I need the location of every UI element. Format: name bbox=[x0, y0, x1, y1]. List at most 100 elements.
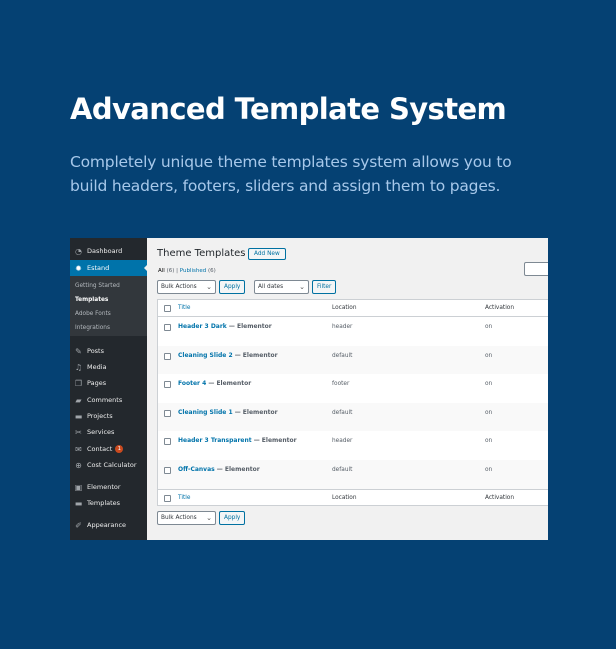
estand-submenu: Getting Started Templates Adobe Fonts In… bbox=[70, 276, 147, 336]
view-all-count: (6) bbox=[166, 268, 175, 274]
column-title[interactable]: Title bbox=[178, 305, 190, 311]
sidebar-item-label: Contact bbox=[87, 445, 113, 453]
sidebar-item-dashboard[interactable]: ◔ Dashboard bbox=[70, 243, 147, 259]
template-title-link[interactable]: Header 3 Dark bbox=[178, 323, 227, 330]
select-all-checkbox[interactable] bbox=[164, 305, 171, 312]
column-location: Location bbox=[332, 495, 357, 501]
template-type: — Elementor bbox=[206, 380, 252, 388]
brush-icon: ✐ bbox=[75, 520, 82, 530]
bulk-actions-value: Bulk Actions bbox=[161, 515, 197, 521]
bulk-actions-select-bottom[interactable]: Bulk Actions ⌄ bbox=[157, 511, 216, 525]
notification-badge: 1 bbox=[115, 445, 124, 453]
chevron-down-icon: ⌄ bbox=[206, 283, 212, 291]
folder-icon: ▬ bbox=[74, 411, 83, 421]
dates-select[interactable]: All dates ⌄ bbox=[254, 280, 309, 294]
hero-subtitle: Completely unique theme templates system… bbox=[70, 153, 512, 195]
folder-icon: ▬ bbox=[74, 498, 83, 508]
template-location: default bbox=[332, 467, 353, 473]
sidebar-item-elementor[interactable]: ▣ Elementor bbox=[70, 479, 147, 495]
template-location: default bbox=[332, 409, 353, 416]
table-row: Header 3 Dark — Elementor header on bbox=[158, 317, 548, 346]
table-row: Header 3 Transparent — Elementor header … bbox=[158, 431, 548, 460]
template-title-link[interactable]: Cleaning Slide 1 bbox=[178, 409, 233, 416]
sidebar-item-label: Projects bbox=[87, 412, 113, 420]
template-title-link[interactable]: Header 3 Transparent bbox=[178, 437, 252, 444]
pin-icon: ✎ bbox=[75, 346, 82, 356]
template-type: — Elementor bbox=[214, 466, 260, 473]
sidebar-item-pages[interactable]: ❐ Pages bbox=[70, 375, 147, 391]
search-input[interactable] bbox=[524, 262, 548, 276]
sidebar-item-templates[interactable]: ▬ Templates bbox=[70, 495, 147, 511]
submenu-item-templates[interactable]: Templates bbox=[75, 297, 108, 303]
template-title-link[interactable]: Cleaning Slide 2 bbox=[178, 352, 233, 359]
template-type: — Elementor bbox=[232, 351, 278, 359]
column-title[interactable]: Title bbox=[178, 495, 190, 501]
view-published-link[interactable]: Published bbox=[180, 268, 206, 274]
chevron-down-icon: ⌄ bbox=[206, 514, 212, 522]
table-header: Title Location Activation bbox=[158, 300, 548, 317]
template-activation: on bbox=[485, 467, 493, 473]
sidebar-item-label: Posts bbox=[87, 347, 104, 355]
sidebar-item-contact[interactable]: ✉ Contact 1 bbox=[70, 441, 147, 457]
filter-button[interactable]: Filter bbox=[312, 280, 337, 294]
table-row: Footer 4 — Elementor footer on bbox=[158, 374, 548, 403]
template-title-link[interactable]: Off-Canvas bbox=[178, 466, 215, 473]
column-activation: Activation bbox=[485, 305, 515, 311]
bulk-actions-select[interactable]: Bulk Actions ⌄ bbox=[157, 280, 216, 294]
template-activation: on bbox=[485, 324, 493, 330]
view-all-link[interactable]: All bbox=[158, 268, 165, 274]
sidebar-item-label: Media bbox=[87, 363, 107, 371]
template-activation: on bbox=[485, 381, 493, 388]
sidebar-item-label: Estand bbox=[87, 264, 110, 272]
sidebar-item-media[interactable]: ♫ Media bbox=[70, 359, 147, 375]
sidebar-item-estand[interactable]: ✹ Estand bbox=[70, 260, 148, 276]
row-checkbox[interactable] bbox=[164, 352, 171, 360]
table-row: Cleaning Slide 1 — Elementor default on bbox=[158, 402, 548, 432]
row-checkbox[interactable] bbox=[164, 467, 171, 474]
sidebar-item-appearance[interactable]: ✐ Appearance bbox=[70, 517, 147, 533]
sidebar-item-cost-calculator[interactable]: ⊕ Cost Calculator bbox=[70, 457, 147, 473]
elementor-icon: ▣ bbox=[74, 482, 83, 492]
view-separator: | bbox=[176, 268, 178, 274]
template-type: — Elementor bbox=[251, 437, 297, 445]
submenu-item-adobe-fonts[interactable]: Adobe Fonts bbox=[75, 311, 111, 317]
media-icon: ♫ bbox=[74, 362, 83, 372]
column-location: Location bbox=[332, 305, 357, 311]
template-location: header bbox=[332, 324, 353, 330]
sidebar-item-posts[interactable]: ✎ Posts bbox=[70, 343, 147, 359]
view-filters: All (6) | Published (6) bbox=[158, 268, 216, 274]
apply-button[interactable]: Apply bbox=[219, 280, 246, 294]
template-activation: on bbox=[485, 409, 493, 416]
template-activation: on bbox=[485, 438, 493, 445]
add-new-button[interactable]: Add New bbox=[248, 248, 286, 260]
sidebar-item-comments[interactable]: ▰ Comments bbox=[70, 392, 147, 408]
template-location: footer bbox=[332, 381, 350, 388]
row-checkbox[interactable] bbox=[164, 438, 171, 446]
row-checkbox[interactable] bbox=[164, 324, 171, 331]
submenu-item-integrations[interactable]: Integrations bbox=[75, 325, 110, 331]
template-type: — Elementor bbox=[226, 323, 272, 330]
admin-screenshot: ◔ Dashboard ✹ Estand Getting Started Tem… bbox=[70, 238, 548, 540]
templates-table: Title Location Activation Header 3 Dark … bbox=[157, 299, 548, 506]
row-checkbox[interactable] bbox=[164, 381, 171, 389]
sidebar-item-projects[interactable]: ▬ Projects bbox=[70, 408, 147, 424]
tools-icon: ✂ bbox=[75, 427, 82, 437]
page-title: Theme Templates bbox=[157, 248, 246, 259]
template-location: header bbox=[332, 438, 353, 445]
mail-icon: ✉ bbox=[75, 444, 82, 454]
sidebar-item-services[interactable]: ✂ Services bbox=[70, 424, 147, 440]
table-footer: Title Location Activation bbox=[158, 489, 548, 506]
sidebar-item-label: Dashboard bbox=[87, 247, 123, 255]
sidebar-item-label: Cost Calculator bbox=[87, 461, 137, 469]
submenu-item-getting-started[interactable]: Getting Started bbox=[75, 283, 120, 289]
admin-sidebar: ◔ Dashboard ✹ Estand Getting Started Tem… bbox=[70, 238, 148, 540]
table-row: Off-Canvas — Elementor default on bbox=[158, 460, 548, 489]
chevron-down-icon: ⌄ bbox=[299, 283, 305, 291]
row-checkbox[interactable] bbox=[164, 409, 171, 417]
pages-icon: ❐ bbox=[74, 378, 83, 388]
bulk-actions-value: Bulk Actions bbox=[161, 284, 197, 290]
select-all-checkbox[interactable] bbox=[164, 495, 171, 502]
template-title-link[interactable]: Footer 4 bbox=[178, 380, 206, 387]
admin-main: Theme Templates Add New All (6) | Publis… bbox=[147, 238, 548, 540]
apply-button-bottom[interactable]: Apply bbox=[219, 511, 246, 525]
